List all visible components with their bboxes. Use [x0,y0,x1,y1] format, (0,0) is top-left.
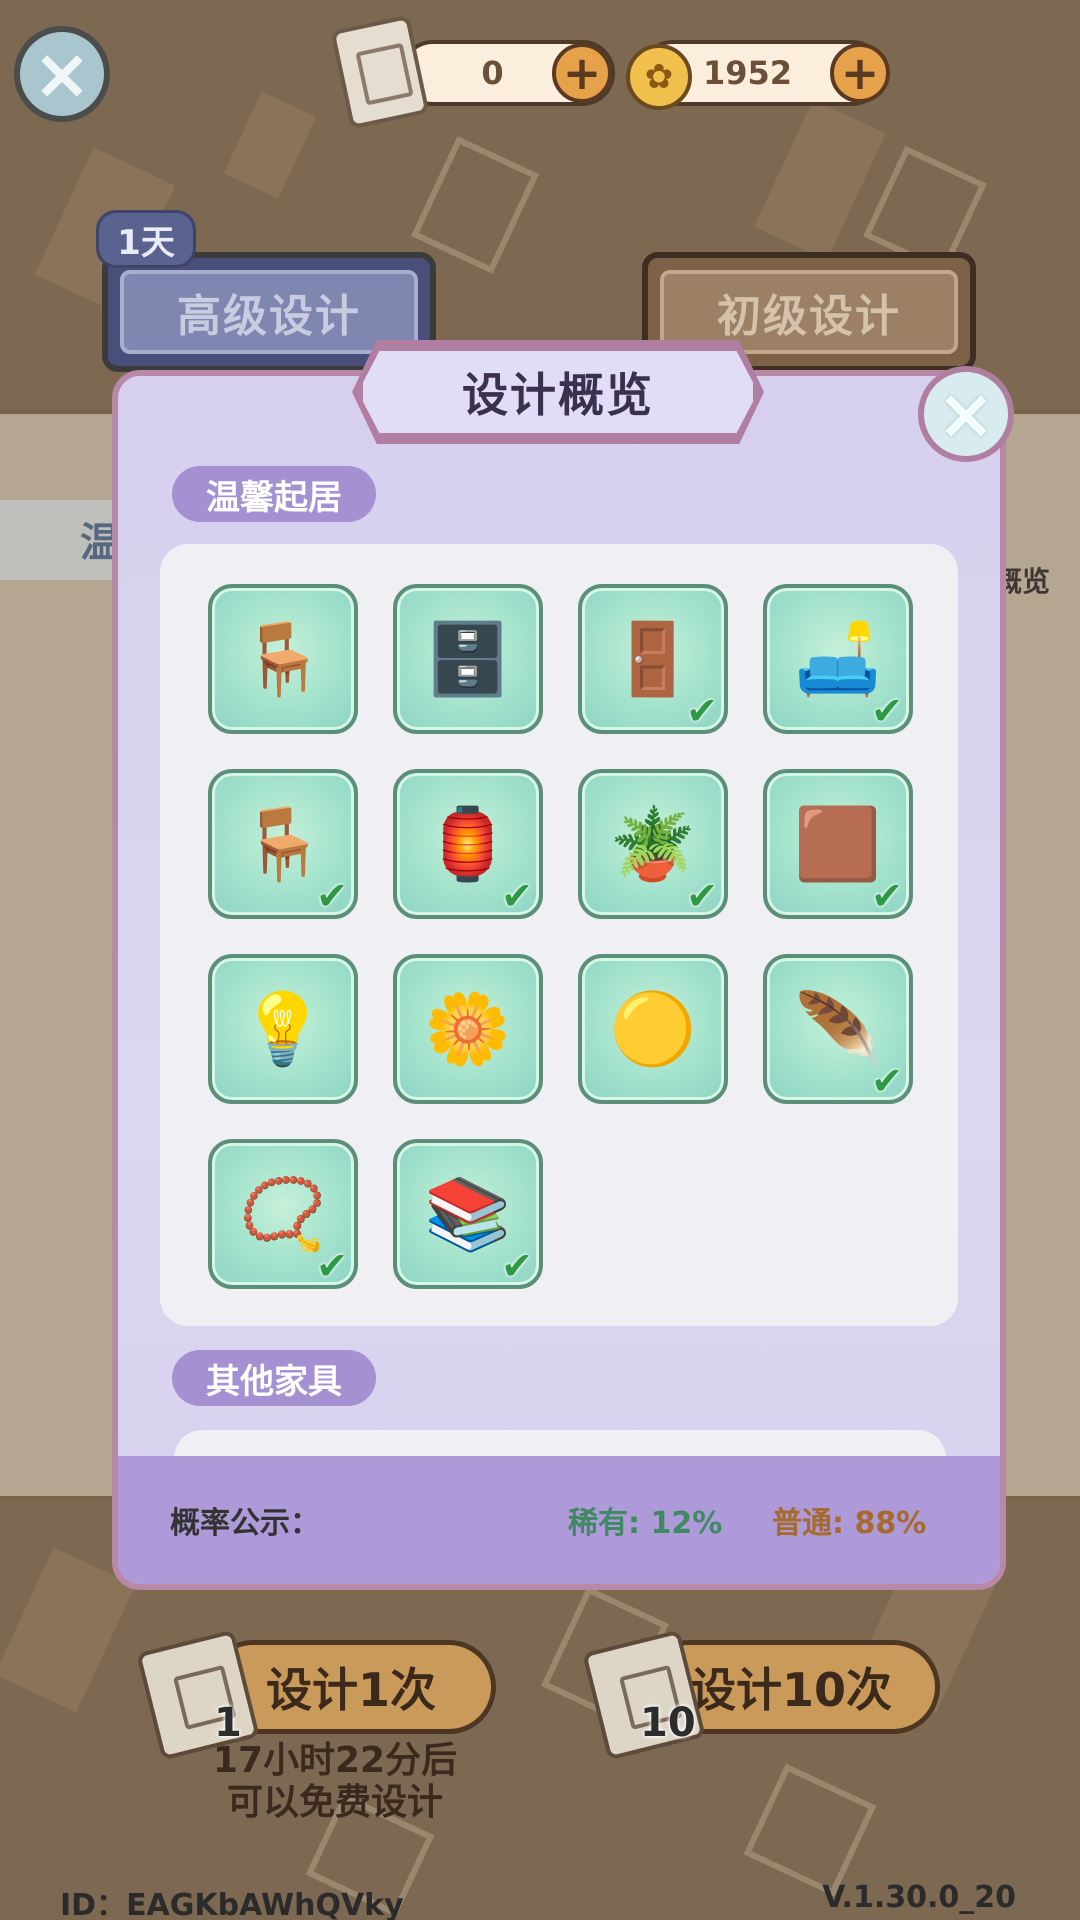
bead-curtain-icon: 📿 [239,1172,327,1255]
tall-cupboard-icon: 🚪 [609,617,697,700]
probability-bar: 概率公示： 稀有: 12% 普通: 88% [118,1456,1000,1584]
player-id: ID：EAGKbAWhQVky [60,1888,404,1920]
owned-check-icon: ✔ [871,874,903,918]
owned-check-icon: ✔ [686,874,718,918]
table-lamp-icon: 💡 [239,987,327,1070]
owned-check-icon: ✔ [871,1059,903,1103]
owned-check-icon: ✔ [501,874,533,918]
owned-check-icon: ✔ [501,1244,533,1288]
owned-check-icon: ✔ [316,874,348,918]
furniture-item-wooden-cabinet[interactable]: 🗄️ [393,584,543,734]
add-scroll-button[interactable]: + [552,43,612,103]
probability-label: 概率公示： [170,1506,320,1541]
probability-rare: 稀有: 12% [568,1506,723,1541]
close-icon[interactable]: × [14,26,110,122]
title-ribbon: 设计概览 [358,346,758,438]
modal-close-icon[interactable]: × [918,366,1014,462]
design-ten-label: 设计10次 [689,1663,892,1717]
rattan-chair-icon: 🪑 [239,617,327,700]
coin-count: 1952 [702,54,793,92]
scroll-count: 0 [481,54,504,92]
bar-stool-icon: 🪑 [239,802,327,885]
furniture-item-rattan-chair[interactable]: 🪑 [208,584,358,734]
furniture-item-hanging-lamp[interactable]: 🏮 ✔ [393,769,543,919]
add-coin-button[interactable]: + [830,43,890,103]
owned-check-icon: ✔ [871,689,903,733]
vase-branch-icon: 🪴 [609,802,697,885]
flower-bouquet-icon: 🌼 [424,987,512,1070]
furniture-item-vase-branch[interactable]: 🪴 ✔ [578,769,728,919]
hanging-lamp-icon: 🏮 [424,802,512,885]
furniture-item-wooden-table[interactable]: 🟫 ✔ [763,769,913,919]
vine-shelf-icon: 📚 [424,1172,512,1255]
wooden-table-icon: 🟫 [794,802,882,885]
furniture-item-tall-cupboard[interactable]: 🚪 ✔ [578,584,728,734]
version-label: V.1.30.0_20 [822,1880,1016,1915]
modal-title: 设计概览 [462,368,654,422]
design-once-label: 设计1次 [265,1663,436,1717]
furniture-item-wall-hanging[interactable]: 🪶 ✔ [763,954,913,1104]
design-ten-cost: 10 [640,1700,696,1746]
section-label-other-furniture: 其他家具 [172,1350,376,1406]
round-rug-icon: 🟡 [609,987,697,1070]
owned-check-icon: ✔ [686,689,718,733]
furniture-item-table-lamp[interactable]: 💡 [208,954,358,1104]
free-design-timer: 17小时22分后 可以免费设计 [212,1740,458,1823]
cushioned-bench-icon: 🛋️ [794,617,882,700]
wall-hanging-icon: 🪶 [794,987,882,1070]
owned-check-icon: ✔ [316,1244,348,1288]
wooden-cabinet-icon: 🗄️ [424,617,512,700]
furniture-item-round-rug[interactable]: 🟡 [578,954,728,1104]
furniture-item-vine-shelf[interactable]: 📚 ✔ [393,1139,543,1289]
furniture-item-flower-bouquet[interactable]: 🌼 [393,954,543,1104]
furniture-item-bar-stool[interactable]: 🪑 ✔ [208,769,358,919]
furniture-item-cushioned-bench[interactable]: 🛋️ ✔ [763,584,913,734]
tab-advanced-label: 高级设计 [120,270,418,354]
probability-common: 普通: 88% [772,1506,927,1541]
furniture-item-bead-curtain[interactable]: 📿 ✔ [208,1139,358,1289]
day-badge: 1天 [96,210,196,268]
coin-icon: ✿ [626,44,692,110]
section-label-cozy-living: 温馨起居 [172,466,376,522]
